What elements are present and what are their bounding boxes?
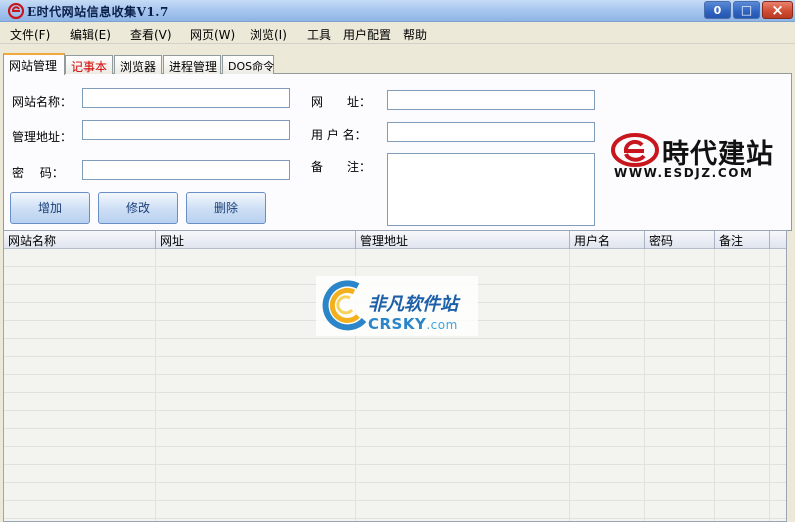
column-header-username[interactable]: 用户名 [570, 231, 645, 249]
grid-col-divider [714, 249, 715, 521]
menu-file[interactable]: 文件(F) [10, 26, 50, 43]
minimize-icon: 0 [713, 4, 722, 17]
delete-button[interactable]: 删除 [186, 192, 266, 224]
url-label: 网 址： [311, 95, 372, 109]
menu-browse[interactable]: 浏览(I) [250, 26, 287, 43]
tab-site-management[interactable]: 网站管理 [3, 53, 65, 75]
watermark-cn-text: 非凡软件站 [368, 294, 458, 315]
add-button[interactable]: 增加 [10, 192, 90, 224]
tab-dos-command[interactable]: DOS命令 [222, 55, 274, 74]
grid-header: 网站名称 网址 管理地址 用户名 密码 备注 [4, 231, 786, 249]
brand-e-icon [611, 133, 659, 167]
menu-webpage[interactable]: 网页(W) [190, 26, 235, 43]
menu-help[interactable]: 帮助 [403, 26, 427, 43]
site-name-label: 网站名称： [12, 95, 73, 109]
site-list-grid[interactable]: 网站名称 网址 管理地址 用户名 密码 备注 [3, 230, 787, 522]
grid-col-divider [644, 249, 645, 521]
tab-browser[interactable]: 浏览器 [114, 55, 162, 74]
app-window: E时代网站信息收集V1.7 0 □ × 文件(F) 编辑(E) 查看(V) 网页… [0, 0, 795, 522]
brand-logo: 時代建站 WWW.ESDJZ.COM [606, 126, 778, 186]
username-label: 用 户 名： [311, 128, 367, 142]
column-header-url[interactable]: 网址 [156, 231, 356, 249]
column-header-admin-url[interactable]: 管理地址 [356, 231, 570, 249]
close-icon: × [771, 1, 784, 19]
admin-url-label: 管理地址： [12, 130, 73, 144]
minimize-button[interactable]: 0 [704, 1, 731, 19]
username-input[interactable] [387, 122, 595, 142]
url-input[interactable] [387, 90, 595, 110]
column-header-password[interactable]: 密码 [645, 231, 715, 249]
edit-button[interactable]: 修改 [98, 192, 178, 224]
window-title: E时代网站信息收集V1.7 [27, 5, 169, 19]
menu-edit[interactable]: 编辑(E) [70, 26, 111, 43]
grid-col-divider [569, 249, 570, 521]
watermark-logo: 非凡软件站 CRSKY.com [316, 276, 478, 336]
password-input[interactable] [82, 160, 290, 180]
password-label: 密 码： [12, 166, 64, 180]
tab-process-management[interactable]: 进程管理 [163, 55, 221, 74]
column-header-site-name[interactable]: 网站名称 [4, 231, 156, 249]
watermark-en-name: CRSKY [368, 315, 427, 333]
column-header-notes[interactable]: 备注 [715, 231, 770, 249]
grid-col-divider [155, 249, 156, 521]
maximize-button[interactable]: □ [733, 1, 760, 19]
site-name-input[interactable] [82, 88, 290, 108]
menu-tools[interactable]: 工具 [307, 26, 331, 43]
grid-col-divider [769, 249, 770, 521]
close-button[interactable]: × [762, 1, 793, 19]
brand-url: WWW.ESDJZ.COM [614, 166, 754, 180]
menu-view[interactable]: 查看(V) [130, 26, 172, 43]
title-bar[interactable]: E时代网站信息收集V1.7 0 □ × [0, 0, 795, 22]
app-logo-icon [8, 3, 24, 19]
maximize-icon: □ [740, 3, 753, 17]
menu-user-config[interactable]: 用户配置 [343, 26, 391, 43]
notes-textarea[interactable] [387, 153, 595, 226]
watermark-en-suffix: .com [426, 318, 458, 332]
watermark-swirl-icon [322, 280, 367, 331]
tab-notepad[interactable]: 记事本 [65, 55, 113, 74]
watermark-en-text: CRSKY.com [368, 315, 458, 333]
admin-url-input[interactable] [82, 120, 290, 140]
menu-bar: 文件(F) 编辑(E) 查看(V) 网页(W) 浏览(I) 工具 用户配置 帮助 [0, 22, 795, 44]
notes-label: 备 注： [311, 160, 372, 174]
